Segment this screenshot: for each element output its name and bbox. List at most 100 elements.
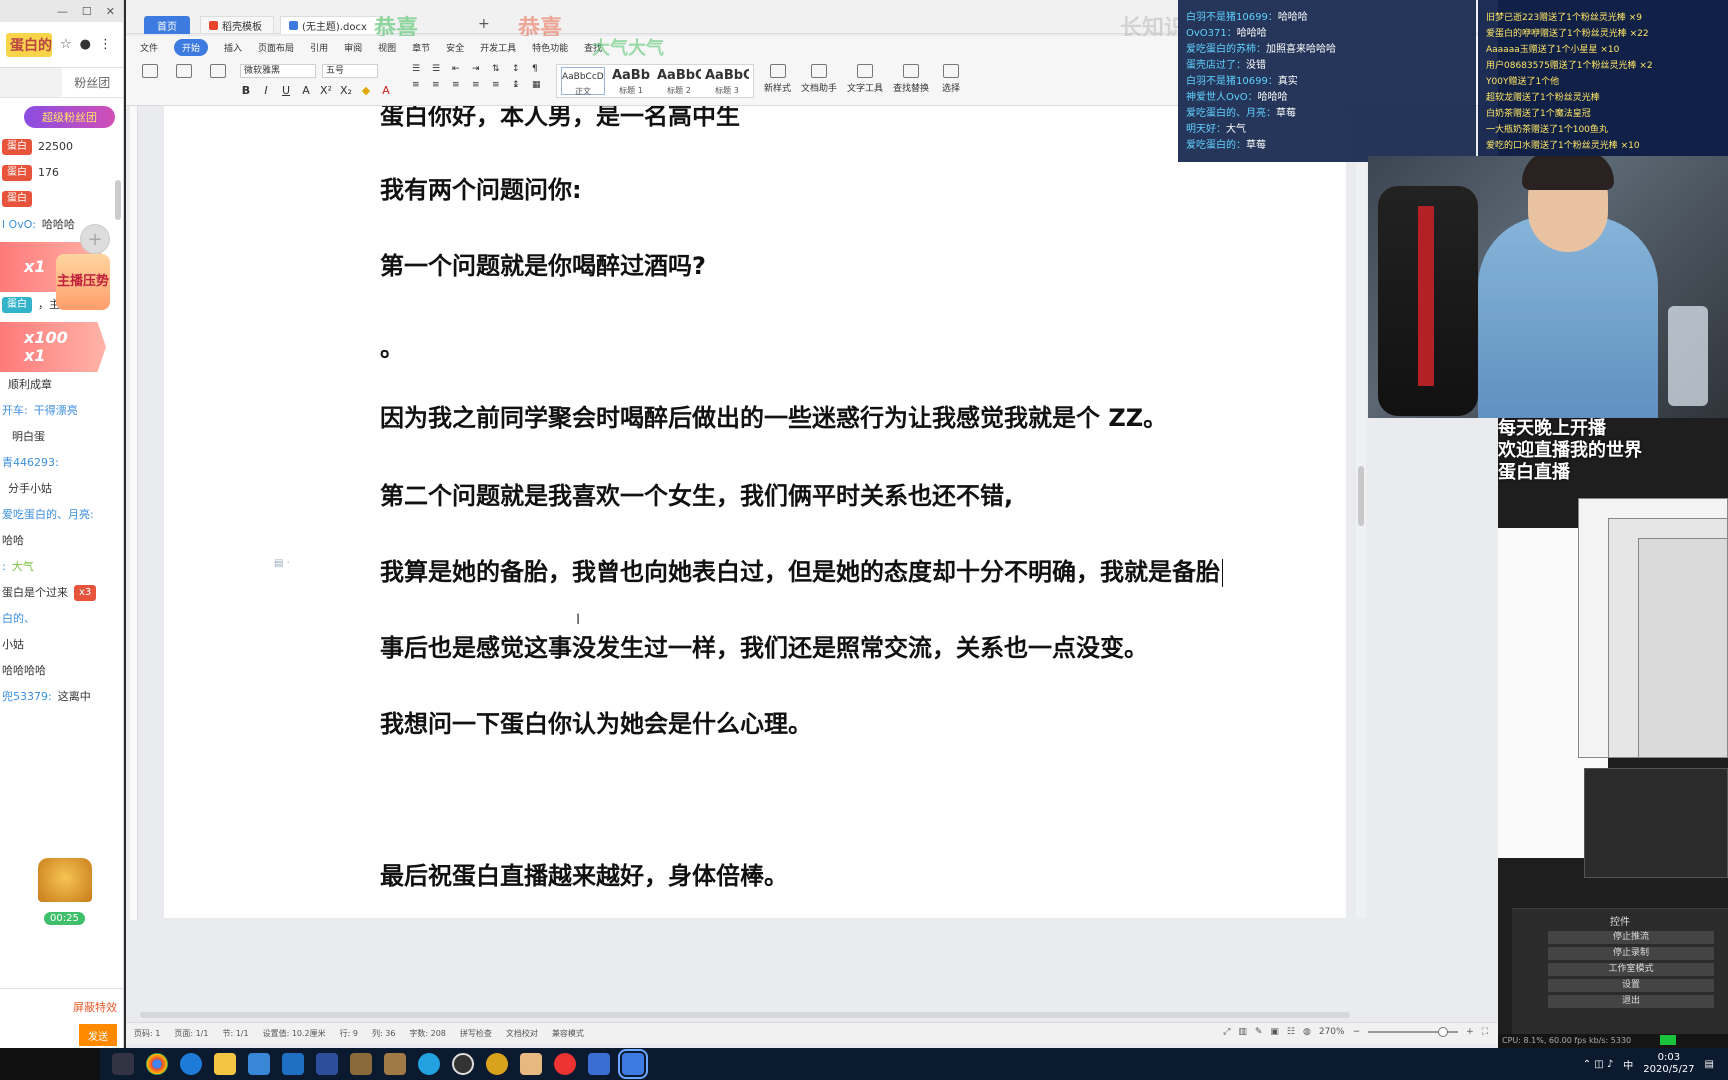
chat-username[interactable]: 青446293: xyxy=(2,456,59,470)
settings-button[interactable]: 设置 xyxy=(1548,979,1714,992)
notification-icon[interactable]: ▤ xyxy=(1705,1059,1714,1070)
doc-paragraph[interactable]: 第二个问题就是我喜欢一个女生，我们俩平时关系也还不错, xyxy=(380,476,1013,511)
status-wordcount[interactable]: 字数: 208 xyxy=(409,1028,446,1039)
weibo-icon[interactable] xyxy=(554,1053,576,1075)
new-style-button[interactable]: 新样式 xyxy=(764,64,791,94)
horizontal-scrollbar[interactable] xyxy=(140,1012,1350,1018)
highlight-button[interactable]: ◆ xyxy=(360,84,372,97)
zoom-out-icon[interactable]: − xyxy=(1353,1027,1361,1037)
subscript-button[interactable]: X₂ xyxy=(340,84,352,97)
tab-fans[interactable]: 粉丝团 xyxy=(62,68,124,97)
maximize-icon[interactable]: ☐ xyxy=(82,5,92,18)
proofread-toggle[interactable]: 文档校对 xyxy=(506,1028,538,1039)
tab-document[interactable]: (无主题).docx xyxy=(280,16,380,34)
close-icon[interactable]: ✕ xyxy=(106,5,115,18)
align-left-icon[interactable]: ≡ xyxy=(412,80,426,90)
font-color-button[interactable]: A xyxy=(380,84,392,97)
read-mode-icon[interactable]: ▥ xyxy=(1238,1027,1247,1037)
store-icon[interactable] xyxy=(248,1053,270,1075)
zoom-level[interactable]: 270% xyxy=(1319,1027,1345,1037)
font-size-select[interactable]: 五号 xyxy=(322,64,378,78)
treasure-chest-icon[interactable] xyxy=(38,858,92,902)
edge-icon[interactable] xyxy=(180,1053,202,1075)
web-view-icon[interactable]: ◍ xyxy=(1303,1027,1311,1037)
paragraph-handle-icon[interactable]: ▤ · xyxy=(274,558,290,569)
edit-mode-icon[interactable]: ✎ xyxy=(1255,1027,1263,1037)
app-icon[interactable] xyxy=(316,1053,338,1075)
zoom-slider[interactable] xyxy=(1368,1027,1459,1037)
tab-docer[interactable]: 稻壳模板 xyxy=(200,16,274,34)
menu-developer[interactable]: 开发工具 xyxy=(480,41,516,54)
scroll-thumb[interactable] xyxy=(1358,466,1364,526)
chat-username[interactable]: : xyxy=(2,560,6,574)
text-tools-button[interactable]: 文字工具 xyxy=(847,64,883,94)
menu-start[interactable]: 开始 xyxy=(174,38,209,56)
app-icon[interactable] xyxy=(588,1053,610,1075)
style-normal[interactable]: AaBbCcDd 正文 xyxy=(561,67,605,96)
qq-icon[interactable] xyxy=(418,1053,440,1075)
show-marks-icon[interactable]: ¶ xyxy=(532,64,546,74)
menu-features[interactable]: 特色功能 xyxy=(532,41,568,54)
app-icon[interactable] xyxy=(486,1053,508,1075)
outdent-icon[interactable]: ⇤ xyxy=(452,64,466,74)
number-list-icon[interactable]: ☰ xyxy=(432,64,446,74)
stop-recording-button[interactable]: 停止录制 xyxy=(1548,947,1714,960)
text-direction-icon[interactable]: ⇅ xyxy=(492,64,506,74)
align-center-icon[interactable]: ≡ xyxy=(432,80,446,90)
chrome-icon[interactable] xyxy=(146,1053,168,1075)
menu-review[interactable]: 审阅 xyxy=(344,41,362,54)
zoom-in-icon[interactable]: + xyxy=(1466,1027,1474,1037)
doc-paragraph[interactable]: 我有两个问题问你: xyxy=(380,170,582,205)
status-page[interactable]: 页码: 1 xyxy=(134,1028,160,1039)
style-heading-1[interactable]: AaBb 标题 1 xyxy=(609,67,653,95)
tab-home[interactable]: 首页 xyxy=(144,16,190,34)
outline-view-icon[interactable]: ☷ xyxy=(1287,1027,1295,1037)
strikethrough-button[interactable]: A xyxy=(300,84,312,97)
chat-username[interactable]: 兜53379: xyxy=(2,690,52,704)
studio-mode-button[interactable]: 工作室模式 xyxy=(1548,963,1714,976)
chat-username[interactable]: l OvO: xyxy=(2,218,36,232)
justify-icon[interactable]: ≡ xyxy=(472,80,486,90)
fit-page-icon[interactable]: ⛶ xyxy=(1482,1027,1488,1037)
doc-paragraph[interactable]: 蛋白你好，本人男，是一名高中生 xyxy=(380,106,740,131)
task-view-icon[interactable] xyxy=(112,1053,134,1075)
superscript-button[interactable]: X² xyxy=(320,84,332,97)
document-page[interactable]: ▤ · 蛋白你好，本人男，是一名高中生 我有两个问题问你: 第一个问题就是你喝醉… xyxy=(164,106,1346,918)
style-heading-3[interactable]: AaBbC 标题 3 xyxy=(705,67,749,95)
stop-streaming-button[interactable]: 停止推流 xyxy=(1548,931,1714,944)
menu-security[interactable]: 安全 xyxy=(446,41,464,54)
chat-username[interactable]: 开车: xyxy=(2,404,28,418)
mail-icon[interactable] xyxy=(282,1053,304,1075)
menu-references[interactable]: 引用 xyxy=(310,41,328,54)
bullet-list-icon[interactable]: ☰ xyxy=(412,64,426,74)
minimize-icon[interactable]: — xyxy=(57,5,68,18)
add-icon[interactable]: + xyxy=(80,224,110,254)
doc-paragraph[interactable]: 事后也是感觉这事没发生过一样，我们还是照常交流，关系也一点没变。 xyxy=(380,628,1148,663)
doc-paragraph[interactable]: 我想问一下蛋白你认为她会是什么心理。 xyxy=(380,704,812,739)
vertical-scrollbar[interactable] xyxy=(1356,106,1366,918)
pet-app-icon[interactable] xyxy=(520,1053,542,1075)
menu-layout[interactable]: 页面布局 xyxy=(258,41,294,54)
block-effects-toggle[interactable]: 屏蔽特效 xyxy=(73,999,117,1015)
chat-username[interactable]: 白的、 xyxy=(2,612,35,626)
distribute-icon[interactable]: ≡ xyxy=(492,80,506,90)
doc-paragraph-text[interactable]: 我算是她的备胎，我曾也向她表白过，但是她的态度却十分不明确，我就是备胎 xyxy=(380,558,1220,586)
game-icon[interactable] xyxy=(350,1053,372,1075)
align-right-icon[interactable]: ≡ xyxy=(452,80,466,90)
anchor-mascot[interactable]: 主播压势 xyxy=(56,254,110,310)
style-heading-2[interactable]: AaBbC 标题 2 xyxy=(657,67,701,95)
chat-scrollbar[interactable] xyxy=(115,180,121,220)
doc-paragraph[interactable]: 最后祝蛋白直播越来越好，身体倍棒。 xyxy=(380,856,788,891)
find-replace-button[interactable]: 查找替换 xyxy=(893,64,929,94)
menu-insert[interactable]: 插入 xyxy=(224,41,242,54)
font-name-select[interactable]: 微软雅黑 xyxy=(240,64,316,78)
obs-icon[interactable] xyxy=(452,1053,474,1075)
star-icon[interactable]: ☆ xyxy=(60,37,72,52)
doc-paragraph[interactable]: 第一个问题就是你喝醉过酒吗? xyxy=(380,246,706,281)
game-icon[interactable] xyxy=(384,1053,406,1075)
file-explorer-icon[interactable] xyxy=(214,1053,236,1075)
format-painter-button[interactable] xyxy=(206,64,230,78)
new-tab-icon[interactable]: + xyxy=(478,16,490,32)
cut-button[interactable] xyxy=(172,64,196,78)
tray-icons[interactable]: ⌃ ◫ ♪ xyxy=(1583,1059,1614,1070)
